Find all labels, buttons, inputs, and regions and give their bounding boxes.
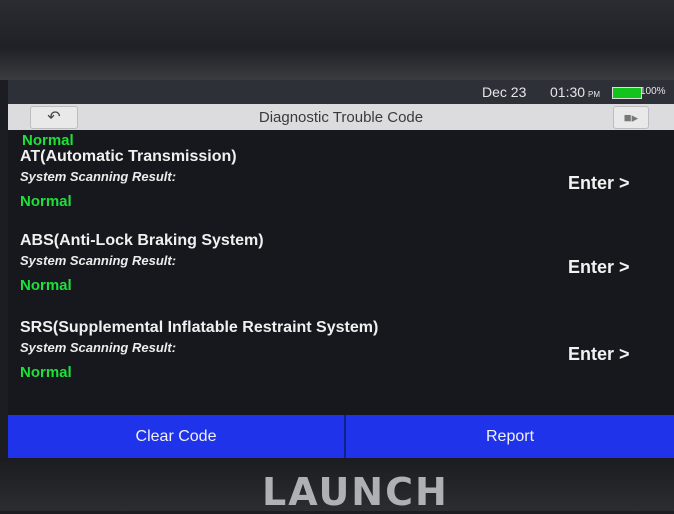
item-name: SRS(Supplemental Inflatable Restraint Sy… bbox=[20, 319, 379, 336]
item-status: Normal bbox=[20, 277, 72, 294]
item-name: ABS(Anti-Lock Braking System) bbox=[20, 232, 264, 249]
status-time-value: 01:30 bbox=[550, 84, 586, 100]
exit-icon: ■▸ bbox=[623, 110, 639, 125]
status-time: 01:30 PM bbox=[550, 84, 600, 100]
device-bezel-top bbox=[0, 0, 674, 80]
list-item-srs: SRS(Supplemental Inflatable Restraint Sy… bbox=[8, 319, 674, 399]
battery-percent: 100% bbox=[640, 86, 666, 97]
title-bar: ↶ Diagnostic Trouble Code ■▸ bbox=[8, 104, 674, 130]
status-ampm: PM bbox=[588, 90, 601, 99]
item-name: AT(Automatic Transmission) bbox=[20, 148, 237, 165]
exit-button[interactable]: ■▸ bbox=[613, 106, 649, 129]
status-date: Dec 23 bbox=[482, 84, 527, 100]
enter-button[interactable]: Enter > bbox=[568, 257, 630, 278]
report-button[interactable]: Report bbox=[346, 415, 674, 458]
enter-button[interactable]: Enter > bbox=[568, 173, 630, 194]
item-status: Normal bbox=[20, 193, 72, 210]
item-label: System Scanning Result: bbox=[20, 169, 177, 184]
item-status: Normal bbox=[20, 364, 72, 381]
device-screen: Dec 23 01:30 PM 100% ↶ Diagnostic Trouble… bbox=[8, 80, 674, 458]
list-item-at: AT(Automatic Transmission) System Scanni… bbox=[8, 148, 674, 228]
footer-bar: Clear Code Report bbox=[8, 415, 674, 458]
previous-item-status: Normal bbox=[22, 132, 74, 149]
system-list: Normal AT(Automatic Transmission) System… bbox=[8, 130, 674, 415]
item-label: System Scanning Result: bbox=[20, 340, 177, 355]
item-label: System Scanning Result: bbox=[20, 253, 177, 268]
page-title: Diagnostic Trouble Code bbox=[258, 109, 424, 126]
brand-logo: LAUNCH bbox=[262, 470, 449, 514]
status-bar: Dec 23 01:30 PM 100% bbox=[8, 80, 674, 104]
clear-code-button[interactable]: Clear Code bbox=[8, 415, 344, 458]
battery-icon bbox=[612, 87, 642, 99]
enter-button[interactable]: Enter > bbox=[568, 344, 630, 365]
list-item-abs: ABS(Anti-Lock Braking System) System Sca… bbox=[8, 232, 674, 312]
